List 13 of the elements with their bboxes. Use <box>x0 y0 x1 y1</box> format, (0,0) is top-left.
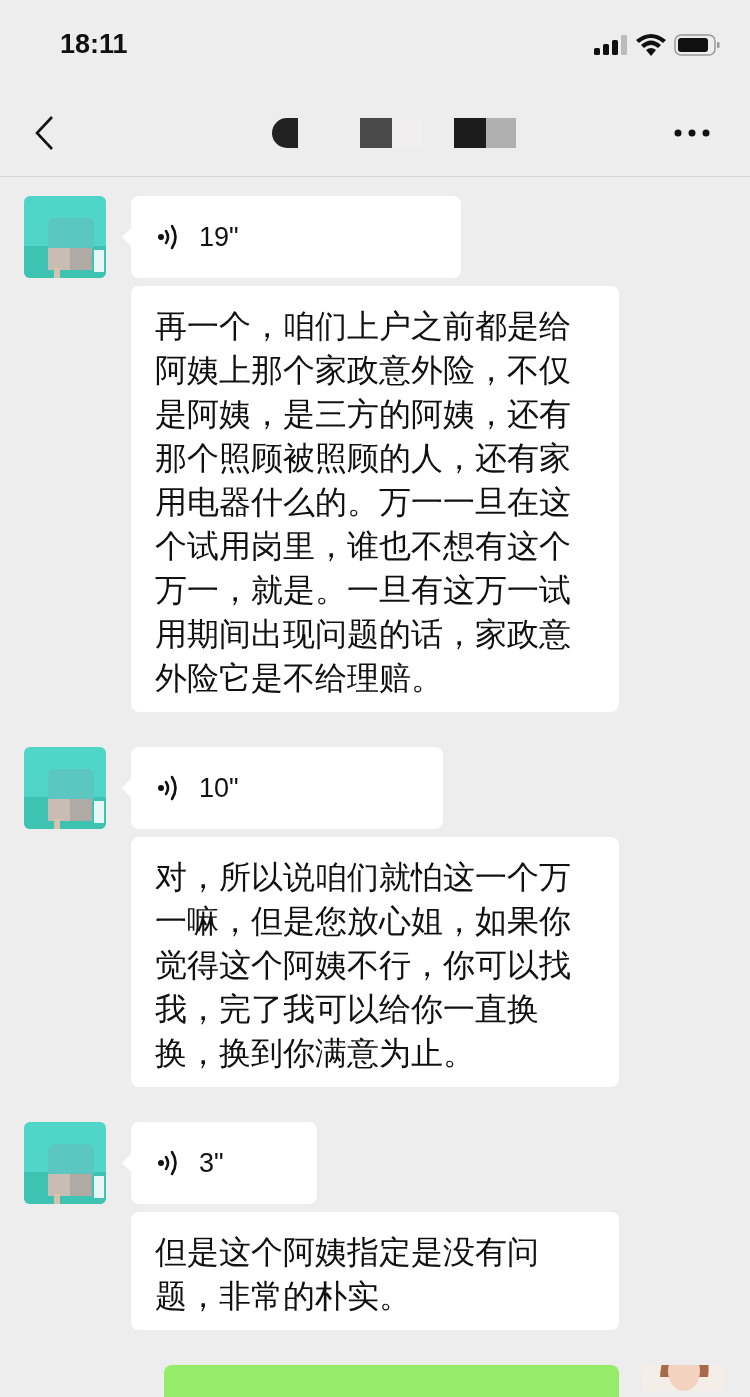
voice-message[interactable]: 3" <box>131 1122 317 1204</box>
voice-message[interactable]: 19" <box>131 196 461 278</box>
voice-duration: 19" <box>199 221 239 253</box>
battery-icon <box>674 34 720 56</box>
text-message: 再一个，咱们上户之前都是给阿姨上那个家政意外险，不仅是阿姨，是三方的阿姨，还有那个照顾被照顾的人，还有家用电器什么的。万一一旦在这个试用岗里，谁也不想有这个万一，就是。一旦有这万一试用期间出现问题的话，家政意外险它是不给理赔。 <box>131 286 619 712</box>
status-time: 18:11 <box>60 28 128 60</box>
wifi-icon <box>636 34 666 56</box>
signal-icon <box>594 35 628 55</box>
text-message: 对，所以说咱们就怕这一个万一嘛，但是您放心姐，如果你觉得这个阿姨不行，你可以找我，完了我可以给你一直换换，换到你满意为止。 <box>131 837 619 1087</box>
voice-duration: 3" <box>199 1147 224 1179</box>
voice-duration: 10" <box>199 772 239 804</box>
voice-message[interactable]: 10" <box>131 747 443 829</box>
text-message: 但是这个阿姨指定是没有问题，非常的朴实。 <box>131 1212 619 1330</box>
